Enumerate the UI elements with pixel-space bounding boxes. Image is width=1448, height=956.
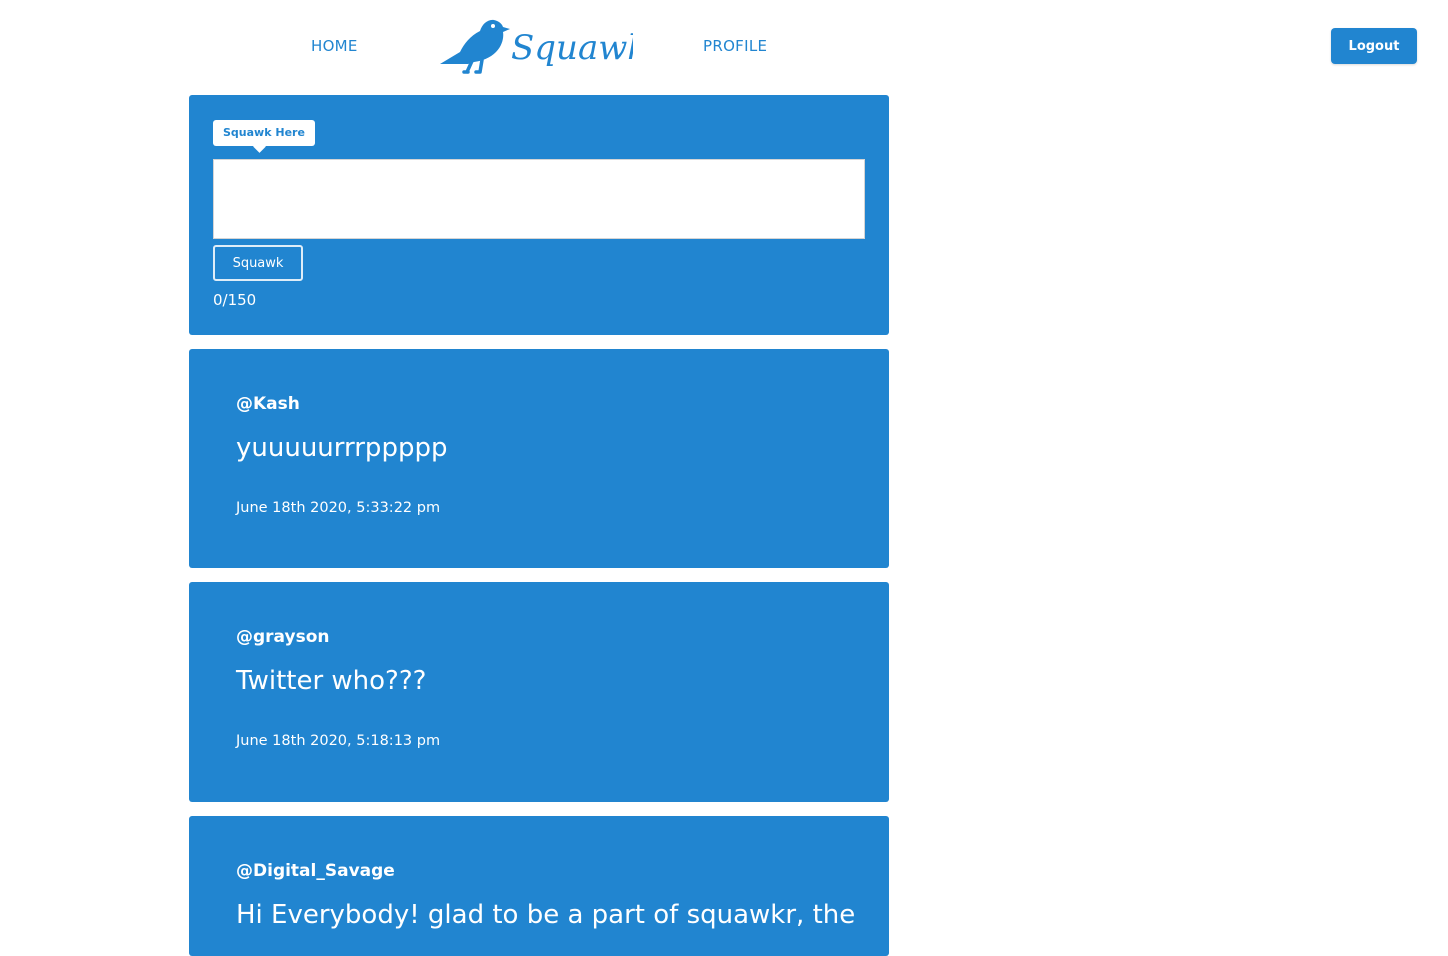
brand-logo[interactable]: Squawkr	[438, 14, 633, 78]
compose-card: Squawk Here Squawk 0/150	[189, 95, 889, 335]
char-counter: 0/150	[213, 291, 257, 309]
nav-home-link[interactable]: HOME	[311, 37, 358, 55]
brand-wordmark: Squawkr	[511, 28, 633, 68]
post-card: @Digital_Savage Hi Everybody! glad to be…	[189, 816, 889, 956]
post-timestamp: June 18th 2020, 5:33:22 pm	[236, 500, 441, 516]
logout-button[interactable]: Logout	[1331, 28, 1417, 64]
post-username[interactable]: @Kash	[236, 394, 300, 414]
nav-profile-link[interactable]: PROFILE	[703, 37, 767, 55]
post-timestamp: June 18th 2020, 5:18:13 pm	[236, 733, 441, 749]
post-card: @Kash yuuuuurrrppppp June 18th 2020, 5:3…	[189, 349, 889, 568]
post-username[interactable]: @Digital_Savage	[236, 861, 395, 881]
crow-icon: Squawkr	[440, 19, 633, 74]
post-card: @grayson Twitter who??? June 18th 2020, …	[189, 582, 889, 802]
post-body: yuuuuurrrppppp	[236, 433, 448, 463]
squawk-input[interactable]	[213, 159, 865, 239]
post-body: Twitter who???	[236, 666, 427, 696]
post-username[interactable]: @grayson	[236, 627, 329, 647]
compose-label: Squawk Here	[213, 120, 315, 146]
squawk-button[interactable]: Squawk	[213, 245, 303, 281]
